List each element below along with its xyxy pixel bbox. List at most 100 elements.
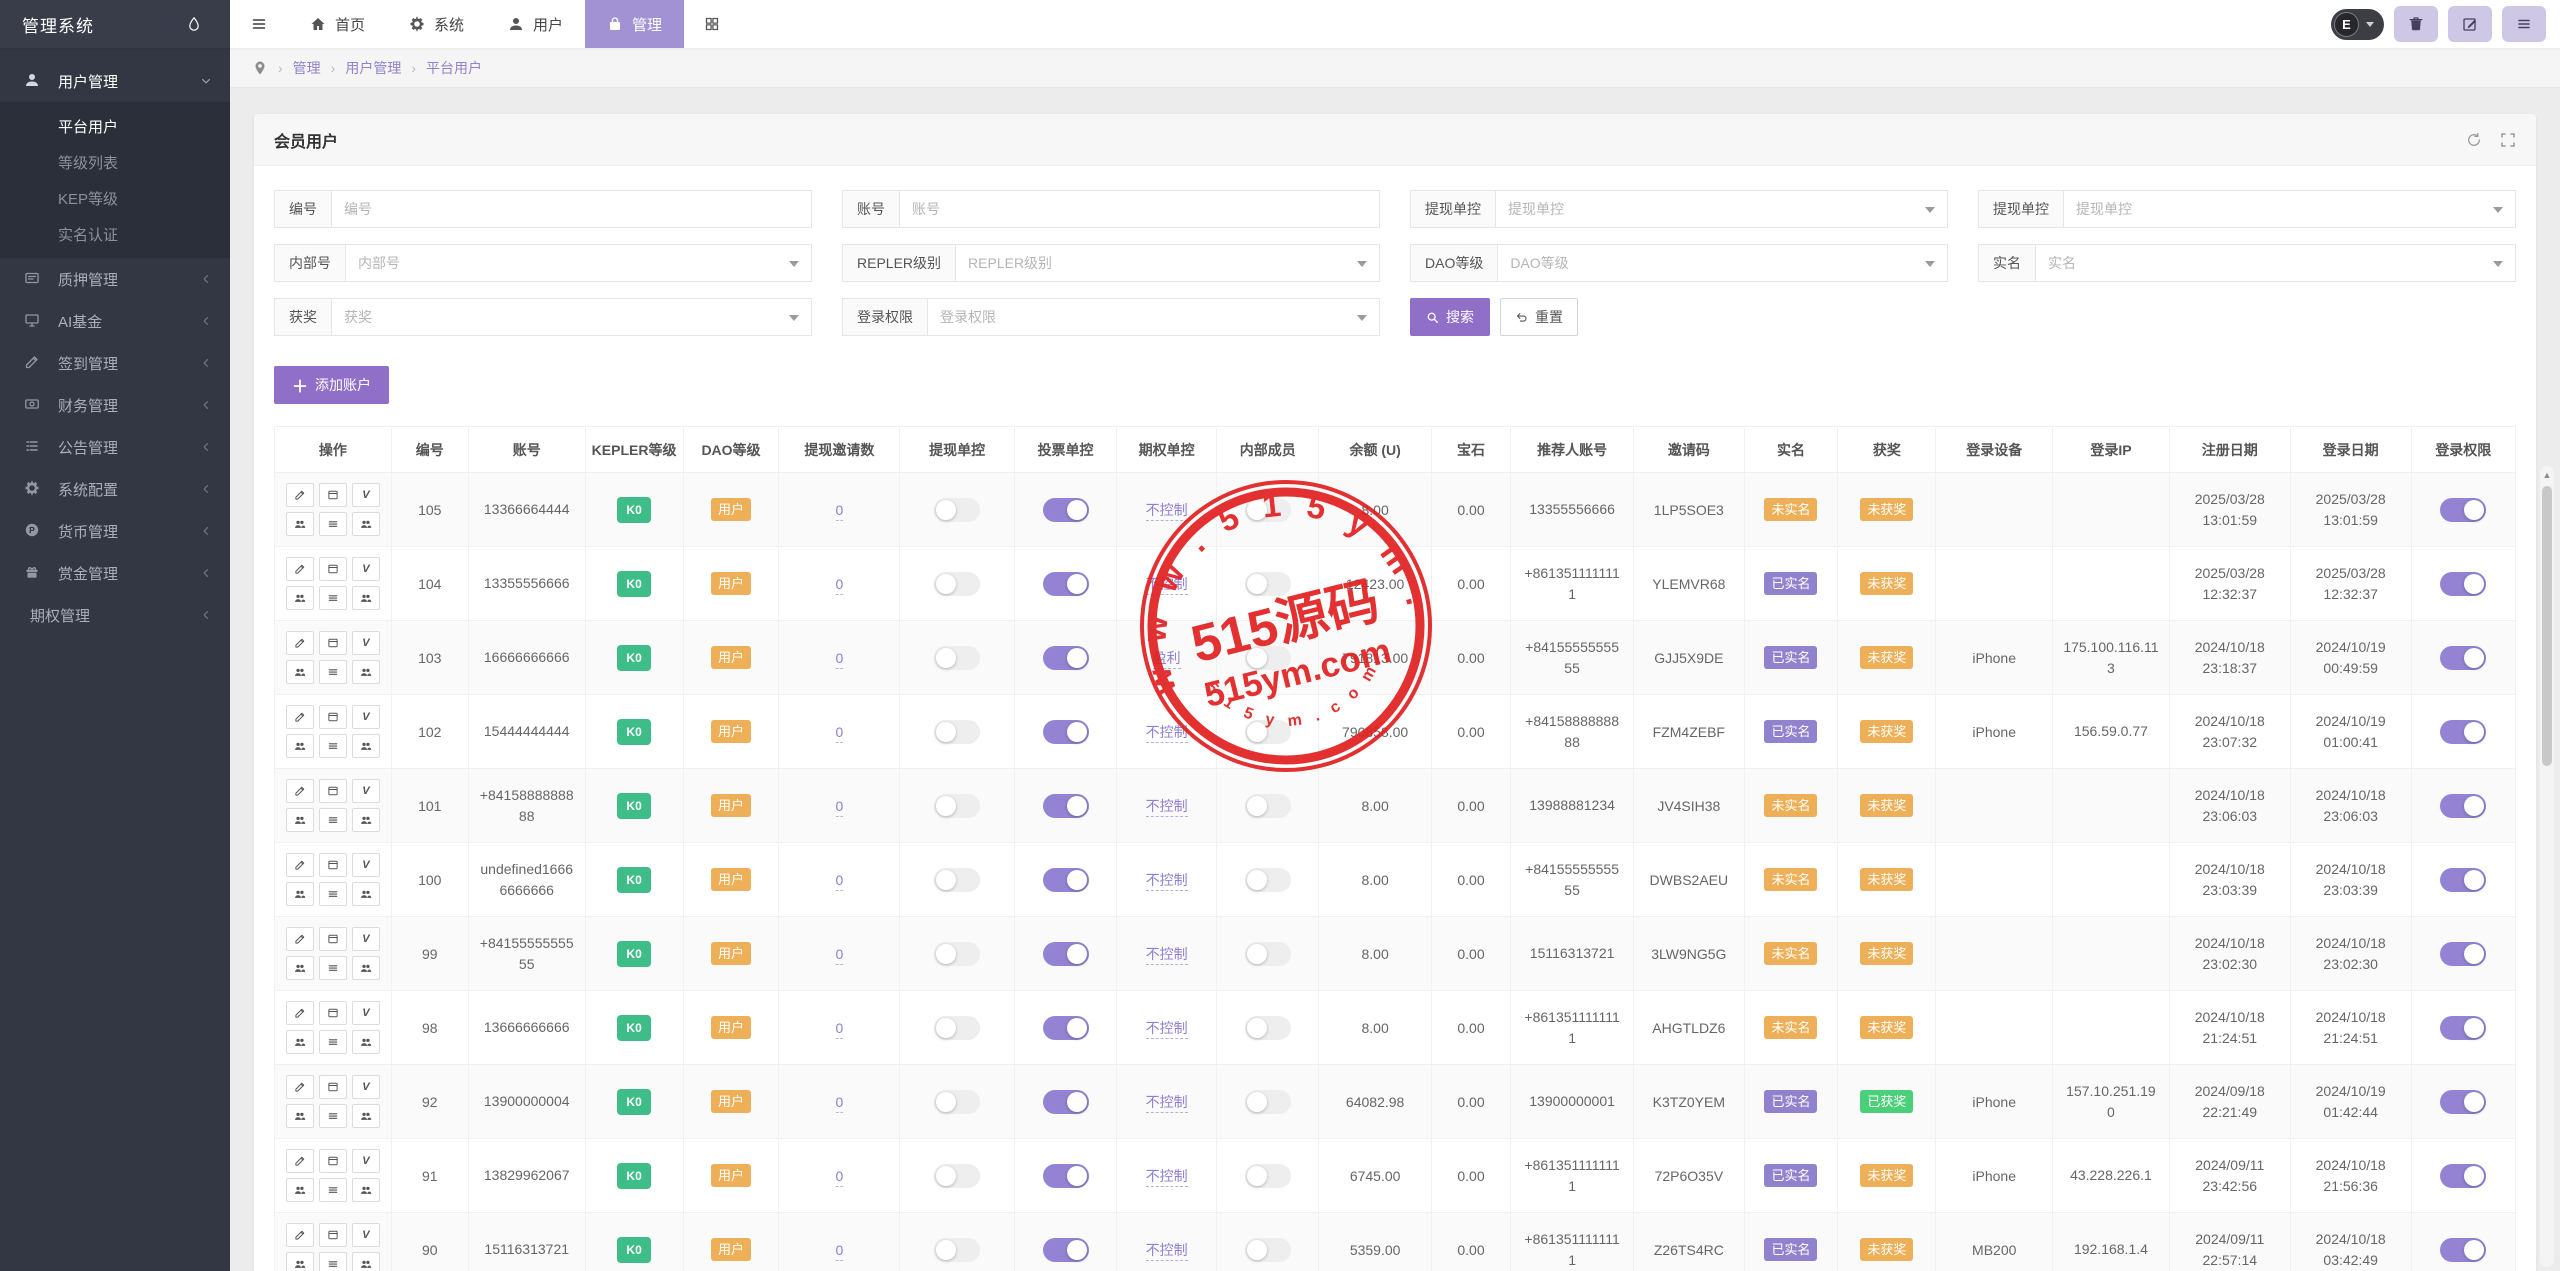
nav-item-首页[interactable]: 首页 bbox=[288, 0, 387, 48]
op-team-button[interactable] bbox=[352, 1252, 380, 1271]
op-window-button[interactable] bbox=[319, 1149, 347, 1173]
sidebar-item-系统配置[interactable]: 系统配置 bbox=[0, 468, 230, 510]
login-auth-toggle[interactable] bbox=[2440, 1090, 2486, 1114]
option-control-link[interactable]: 不控制 bbox=[1146, 1242, 1188, 1261]
op-rows-button[interactable] bbox=[319, 660, 347, 684]
internal-member-toggle[interactable] bbox=[1245, 1090, 1291, 1114]
filter-select-REPLER级别[interactable]: REPLER级别 bbox=[955, 244, 1380, 282]
op-team-button[interactable] bbox=[286, 956, 314, 980]
op-team-button[interactable] bbox=[352, 586, 380, 610]
withdraw-control-toggle[interactable] bbox=[934, 794, 980, 818]
op-window-button[interactable] bbox=[319, 631, 347, 655]
option-control-link[interactable]: 不控制 bbox=[1146, 1168, 1188, 1187]
op-edit-button[interactable] bbox=[286, 1149, 314, 1173]
vote-control-toggle[interactable] bbox=[1043, 1016, 1089, 1040]
sidebar-item-赏金管理[interactable]: 赏金管理 bbox=[0, 552, 230, 594]
sidebar-item-财务管理[interactable]: 财务管理 bbox=[0, 384, 230, 426]
op-window-button[interactable] bbox=[319, 483, 347, 507]
op-edit-button[interactable] bbox=[286, 557, 314, 581]
op-team-button[interactable] bbox=[352, 1178, 380, 1202]
op-window-button[interactable] bbox=[319, 557, 347, 581]
filter-select-登录权限[interactable]: 登录权限 bbox=[927, 298, 1380, 336]
add-account-button[interactable]: ＋ 添加账户 bbox=[274, 366, 389, 404]
login-auth-toggle[interactable] bbox=[2440, 1164, 2486, 1188]
sidebar-item-质押管理[interactable]: 质押管理 bbox=[0, 258, 230, 300]
login-auth-toggle[interactable] bbox=[2440, 794, 2486, 818]
withdraw-control-toggle[interactable] bbox=[934, 498, 980, 522]
withdraw-control-toggle[interactable] bbox=[934, 868, 980, 892]
vote-control-toggle[interactable] bbox=[1043, 1164, 1089, 1188]
option-control-link[interactable]: 不控制 bbox=[1146, 1094, 1188, 1113]
op-edit-button[interactable] bbox=[286, 705, 314, 729]
option-control-link[interactable]: 盈利 bbox=[1153, 650, 1181, 669]
scrollbar-thumb[interactable] bbox=[2542, 486, 2552, 766]
vote-control-toggle[interactable] bbox=[1043, 868, 1089, 892]
op-v-button[interactable]: V bbox=[352, 1149, 380, 1173]
withdraw-control-toggle[interactable] bbox=[934, 1164, 980, 1188]
vote-control-toggle[interactable] bbox=[1043, 498, 1089, 522]
withdraw-invites-link[interactable]: 0 bbox=[836, 1020, 844, 1039]
op-edit-button[interactable] bbox=[286, 1001, 314, 1025]
login-auth-toggle[interactable] bbox=[2440, 868, 2486, 892]
vote-control-toggle[interactable] bbox=[1043, 1090, 1089, 1114]
op-window-button[interactable] bbox=[319, 779, 347, 803]
op-v-button[interactable]: V bbox=[352, 557, 380, 581]
vote-control-toggle[interactable] bbox=[1043, 646, 1089, 670]
op-rows-button[interactable] bbox=[319, 1178, 347, 1202]
internal-member-toggle[interactable] bbox=[1245, 942, 1291, 966]
op-edit-button[interactable] bbox=[286, 483, 314, 507]
op-team-button[interactable] bbox=[286, 1104, 314, 1128]
sidebar-item-公告管理[interactable]: 公告管理 bbox=[0, 426, 230, 468]
user-menu-button[interactable]: E bbox=[2331, 9, 2384, 40]
login-auth-toggle[interactable] bbox=[2440, 646, 2486, 670]
vertical-scrollbar[interactable]: ▲ bbox=[2540, 466, 2554, 1267]
withdraw-invites-link[interactable]: 0 bbox=[836, 724, 844, 743]
nav-item-管理[interactable]: 管理 bbox=[585, 0, 684, 48]
breadcrumb-link[interactable]: 用户管理 bbox=[345, 58, 401, 78]
withdraw-control-toggle[interactable] bbox=[934, 572, 980, 596]
option-control-link[interactable]: 不控制 bbox=[1146, 798, 1188, 817]
refresh-icon[interactable] bbox=[2466, 132, 2482, 148]
sidebar-subitem-实名认证[interactable]: 实名认证 bbox=[0, 216, 230, 252]
internal-member-toggle[interactable] bbox=[1245, 720, 1291, 744]
op-window-button[interactable] bbox=[319, 1075, 347, 1099]
internal-member-toggle[interactable] bbox=[1245, 868, 1291, 892]
withdraw-invites-link[interactable]: 0 bbox=[836, 1168, 844, 1187]
op-rows-button[interactable] bbox=[319, 1104, 347, 1128]
filter-input-编号[interactable] bbox=[331, 190, 812, 228]
internal-member-toggle[interactable] bbox=[1245, 794, 1291, 818]
sidebar-subitem-等级列表[interactable]: 等级列表 bbox=[0, 144, 230, 180]
op-window-button[interactable] bbox=[319, 705, 347, 729]
internal-member-toggle[interactable] bbox=[1245, 1238, 1291, 1262]
nav-item-用户[interactable]: 用户 bbox=[486, 0, 585, 48]
nav-item-系统[interactable]: 系统 bbox=[387, 0, 486, 48]
vote-control-toggle[interactable] bbox=[1043, 572, 1089, 596]
op-team-button[interactable] bbox=[286, 660, 314, 684]
trash-button[interactable] bbox=[2394, 6, 2438, 42]
filter-select-提现单控[interactable]: 提现单控 bbox=[1495, 190, 1948, 228]
op-team-button[interactable] bbox=[352, 1030, 380, 1054]
op-v-button[interactable]: V bbox=[352, 1223, 380, 1247]
vote-control-toggle[interactable] bbox=[1043, 942, 1089, 966]
option-control-link[interactable]: 不控制 bbox=[1146, 724, 1188, 743]
op-window-button[interactable] bbox=[319, 1001, 347, 1025]
option-control-link[interactable]: 不控制 bbox=[1146, 576, 1188, 595]
op-team-button[interactable] bbox=[286, 1030, 314, 1054]
op-v-button[interactable]: V bbox=[352, 853, 380, 877]
withdraw-invites-link[interactable]: 0 bbox=[836, 1094, 844, 1113]
apps-grid-button[interactable] bbox=[684, 0, 740, 48]
op-edit-button[interactable] bbox=[286, 1223, 314, 1247]
op-team-button[interactable] bbox=[286, 512, 314, 536]
vote-control-toggle[interactable] bbox=[1043, 1238, 1089, 1262]
reset-button[interactable]: 重置 bbox=[1500, 298, 1578, 336]
breadcrumb-link[interactable]: 管理 bbox=[293, 58, 321, 78]
op-v-button[interactable]: V bbox=[352, 631, 380, 655]
sidebar-item-AI基金[interactable]: AI基金 bbox=[0, 300, 230, 342]
withdraw-invites-link[interactable]: 0 bbox=[836, 502, 844, 521]
vote-control-toggle[interactable] bbox=[1043, 720, 1089, 744]
op-v-button[interactable]: V bbox=[352, 1001, 380, 1025]
internal-member-toggle[interactable] bbox=[1245, 498, 1291, 522]
op-rows-button[interactable] bbox=[319, 956, 347, 980]
option-control-link[interactable]: 不控制 bbox=[1146, 1020, 1188, 1039]
op-window-button[interactable] bbox=[319, 1223, 347, 1247]
